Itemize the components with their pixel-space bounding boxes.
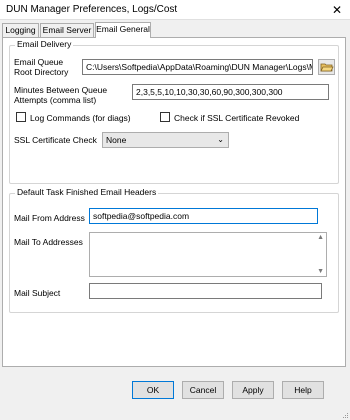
group-title: Email Delivery [15, 39, 74, 49]
mail-to-label: Mail To Addresses [14, 237, 83, 247]
queue-dir-field[interactable]: C:\Users\Softpedia\AppData\Roaming\DUN M… [82, 59, 313, 75]
email-headers-group: Default Task Finished Email Headers Mail… [9, 187, 339, 313]
scroll-up-icon[interactable]: ▲ [317, 234, 324, 241]
apply-button[interactable]: Apply [232, 381, 274, 399]
mail-to-field[interactable]: ▲ ▼ [89, 232, 327, 277]
group-title: Default Task Finished Email Headers [15, 187, 159, 197]
window-title: DUN Manager Preferences, Logs/Cost [6, 4, 178, 15]
help-button[interactable]: Help [282, 381, 324, 399]
resize-grip-icon[interactable] [341, 411, 349, 419]
mail-from-label: Mail From Address [14, 213, 85, 223]
mail-from-field[interactable]: softpedia@softpedia.com [89, 208, 318, 224]
tab-email-server[interactable]: Email Server [40, 23, 94, 37]
check-ssl-checkbox[interactable] [160, 112, 170, 122]
title-bar: DUN Manager Preferences, Logs/Cost ✕ [0, 0, 350, 20]
chevron-down-icon: ⌄ [217, 135, 224, 144]
mail-subject-field[interactable] [89, 283, 322, 299]
browse-folder-button[interactable] [318, 59, 335, 75]
email-delivery-group: Email Delivery Email Queue Root Director… [9, 39, 339, 184]
log-commands-checkbox[interactable] [16, 112, 26, 122]
minutes-field[interactable]: 2,3,5,5,10,10,30,30,60,90,300,300,300 [132, 84, 329, 100]
log-commands-label: Log Commands (for diags) [30, 113, 131, 123]
scroll-down-icon[interactable]: ▼ [317, 268, 324, 275]
ssl-check-value: None [106, 135, 127, 145]
queue-dir-label: Email Queue [14, 57, 64, 67]
minutes-label-2: Attempts (comma list) [14, 95, 97, 105]
mail-subject-label: Mail Subject [14, 288, 61, 298]
queue-dir-label-2: Root Directory [14, 67, 69, 77]
folder-icon [320, 63, 334, 72]
cancel-button[interactable]: Cancel [182, 381, 224, 399]
ok-button[interactable]: OK [132, 381, 174, 399]
tab-logging[interactable]: Logging [2, 23, 39, 37]
check-ssl-label: Check if SSL Certificate Revoked [174, 113, 300, 123]
minutes-label: Minutes Between Queue [14, 85, 108, 95]
ssl-check-label: SSL Certificate Check [14, 135, 97, 145]
tab-email-general[interactable]: Email General [95, 22, 151, 38]
close-icon[interactable]: ✕ [330, 3, 344, 17]
ssl-check-dropdown[interactable]: None ⌄ [102, 132, 229, 148]
tab-panel: Email Delivery Email Queue Root Director… [2, 37, 346, 367]
